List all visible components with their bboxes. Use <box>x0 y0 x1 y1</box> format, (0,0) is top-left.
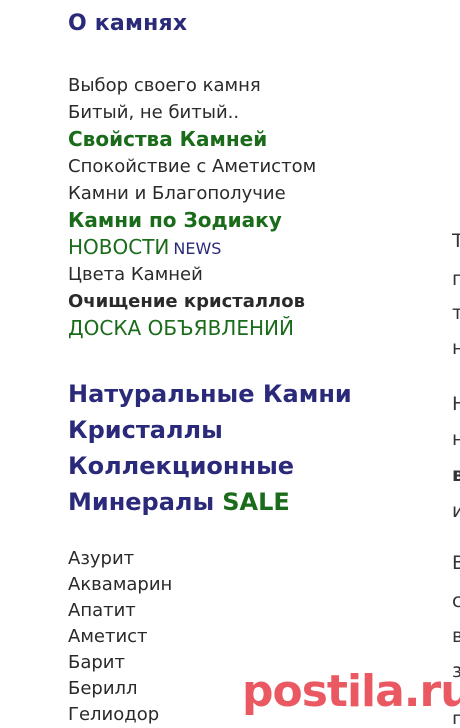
clipped-text: Н <box>452 393 460 415</box>
stone-link-heliodor[interactable]: Гелиодор <box>68 704 159 725</box>
clipped-text: с <box>452 590 460 612</box>
menu-link-stone-properties[interactable]: Свойства Камней <box>68 127 267 151</box>
clipped-text: н <box>452 337 460 359</box>
clipped-text: н <box>452 428 460 450</box>
category-link-minerals[interactable]: Минералы <box>68 488 214 516</box>
svg-text:postila.ru: postila.ru <box>242 666 460 717</box>
menu-item: Свойства Камней <box>68 126 316 153</box>
stone-item: Аметист <box>68 624 172 650</box>
menu-link-crystal-cleaning[interactable]: Очищение кристаллов <box>68 291 305 312</box>
menu-link-zodiac[interactable]: Камни по Зодиаку <box>68 208 282 232</box>
menu-link-broken[interactable]: Битый, не битый.. <box>68 102 239 123</box>
section-title: О камнях <box>68 11 188 36</box>
menu-link-stones-prosperity[interactable]: Камни и Благополучие <box>68 183 286 204</box>
stone-item: Берилл <box>68 676 172 702</box>
stone-link-aquamarine[interactable]: Аквамарин <box>68 574 172 595</box>
menu-link-amethyst-calm[interactable]: Спокойствие с Аметистом <box>68 156 316 177</box>
menu-link-news-en[interactable]: NEWS <box>173 239 221 258</box>
category-item: Минералы SALE <box>68 484 352 520</box>
clipped-text: в <box>452 464 460 486</box>
sidebar-menu: Выбор своего камня Битый, не битый.. Сво… <box>68 72 316 342</box>
menu-item: НОВОСТИ NEWS <box>68 234 316 261</box>
menu-link-choose-stone[interactable]: Выбор своего камня <box>68 75 261 96</box>
stone-item: Гелиодор <box>68 702 172 728</box>
menu-item: Выбор своего камня <box>68 72 316 99</box>
clipped-text: п <box>452 268 460 290</box>
menu-link-board[interactable]: ДОСКА ОБЪЯВЛЕНИЙ <box>68 316 294 340</box>
clipped-text: Т <box>452 230 460 252</box>
clipped-text: В <box>452 552 460 574</box>
stone-link-barite[interactable]: Барит <box>68 652 125 673</box>
menu-link-stone-colors[interactable]: Цвета Камней <box>68 264 203 285</box>
category-link-natural-stones[interactable]: Натуральные Камни <box>68 380 352 408</box>
menu-link-news[interactable]: НОВОСТИ <box>68 235 169 259</box>
stone-link-beryl[interactable]: Берилл <box>68 678 138 699</box>
stone-link-azurite[interactable]: Азурит <box>68 548 134 569</box>
stone-list: Азурит Аквамарин Апатит Аметист Барит Бе… <box>68 546 172 728</box>
sale-link[interactable]: SALE <box>222 488 290 516</box>
menu-item: Битый, не битый.. <box>68 99 316 126</box>
stone-link-amethyst[interactable]: Аметист <box>68 626 148 647</box>
category-link-crystals[interactable]: Кристаллы <box>68 416 223 444</box>
stone-item: Аквамарин <box>68 572 172 598</box>
menu-item: Камни и Благополучие <box>68 180 316 207</box>
menu-item: Камни по Зодиаку <box>68 207 316 234</box>
menu-item: Очищение кристаллов <box>68 288 316 315</box>
stone-item: Барит <box>68 650 172 676</box>
category-item: Коллекционные <box>68 448 352 484</box>
category-link-collectible[interactable]: Коллекционные <box>68 452 294 480</box>
clipped-text: т <box>452 302 460 324</box>
clipped-main-content: Т п т н Н н в и В с в з г <box>452 0 460 724</box>
stone-item: Азурит <box>68 546 172 572</box>
category-list: Натуральные Камни Кристаллы Коллекционны… <box>68 376 352 520</box>
clipped-text: и <box>452 500 460 522</box>
menu-item: Спокойствие с Аметистом <box>68 153 316 180</box>
category-item: Натуральные Камни <box>68 376 352 412</box>
watermark-logo: postila.ru <box>242 666 460 717</box>
clipped-text: в <box>452 625 460 647</box>
stone-item: Апатит <box>68 598 172 624</box>
menu-item: ДОСКА ОБЪЯВЛЕНИЙ <box>68 315 316 342</box>
menu-item: Цвета Камней <box>68 261 316 288</box>
category-item: Кристаллы <box>68 412 352 448</box>
stone-link-apatite[interactable]: Апатит <box>68 600 136 621</box>
